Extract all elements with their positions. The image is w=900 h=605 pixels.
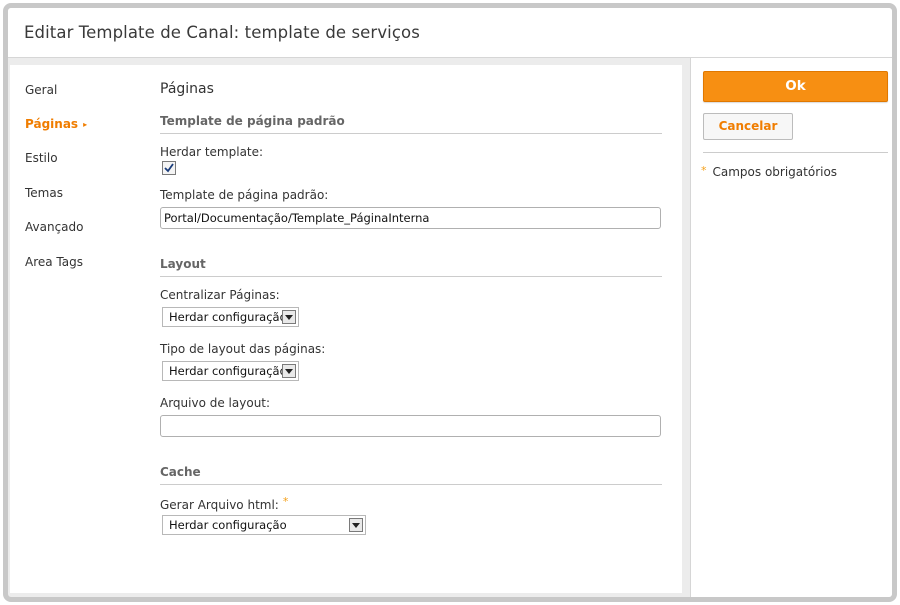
generate-html-label-text: Gerar Arquivo html:: [160, 498, 279, 512]
required-star: *: [701, 164, 707, 177]
sidebar-nav: Geral Páginas ▸ Estilo Temas Avançado Are…: [10, 65, 150, 593]
sidebar-item-label: Area Tags: [25, 255, 83, 269]
default-template-label: Template de página padrão:: [160, 188, 329, 202]
dialog-title: Editar Template de Canal: template de se…: [24, 23, 420, 42]
center-pages-select[interactable]: Herdar configuração: [162, 307, 299, 327]
layout-file-input[interactable]: [160, 415, 661, 437]
chevron-down-icon: [349, 518, 363, 532]
layout-file-label: Arquivo de layout:: [160, 396, 271, 410]
actions-panel: Ok Cancelar * Campos obrigatórios: [690, 58, 892, 597]
dialog-window: Editar Template de Canal: template de se…: [3, 3, 897, 602]
ok-button[interactable]: Ok: [703, 71, 888, 102]
sidebar-item-label: Estilo: [25, 151, 58, 165]
select-value: Herdar configuração: [169, 518, 287, 532]
section-title: Páginas: [160, 81, 214, 97]
group-title-cache: Cache: [160, 465, 662, 485]
dialog-content: Geral Páginas ▸ Estilo Temas Avançado Are…: [10, 65, 682, 593]
select-value: Herdar configuração: [169, 364, 287, 378]
layout-type-label: Tipo de layout das páginas:: [160, 342, 326, 356]
sidebar-item-label: Avançado: [25, 220, 84, 234]
inherit-template-label: Herdar template:: [160, 145, 264, 159]
group-title-layout: Layout: [160, 257, 662, 277]
sidebar-item-area-tags[interactable]: Area Tags: [25, 255, 83, 269]
chevron-down-icon: [282, 364, 296, 378]
sidebar-item-temas[interactable]: Temas: [25, 186, 63, 200]
required-note-text: Campos obrigatórios: [712, 165, 838, 179]
sidebar-item-label: Geral: [25, 83, 58, 97]
sidebar-item-label: Páginas: [25, 117, 79, 131]
sidebar-item-paginas[interactable]: Páginas ▸: [25, 117, 87, 131]
divider: [703, 152, 888, 153]
generate-html-label: Gerar Arquivo html: *: [160, 495, 288, 512]
select-value: Herdar configuração: [169, 310, 287, 324]
inherit-template-checkbox[interactable]: [162, 161, 176, 175]
default-template-input[interactable]: [160, 207, 661, 229]
sidebar-item-avancado[interactable]: Avançado: [25, 220, 83, 234]
sidebar-item-label: Temas: [25, 186, 63, 200]
group-title-template: Template de página padrão: [160, 114, 662, 134]
center-pages-label: Centralizar Páginas:: [160, 288, 280, 302]
sidebar-item-geral[interactable]: Geral: [25, 83, 57, 97]
sidebar-item-estilo[interactable]: Estilo: [25, 151, 58, 165]
layout-type-select[interactable]: Herdar configuração: [162, 361, 299, 381]
dialog-header: Editar Template de Canal: template de se…: [8, 8, 892, 58]
arrow-right-icon: ▸: [83, 120, 88, 129]
chevron-down-icon: [282, 310, 296, 324]
required-fields-note: * Campos obrigatórios: [701, 164, 837, 179]
required-star: *: [282, 495, 289, 508]
checkmark-icon: [164, 163, 174, 173]
generate-html-select[interactable]: Herdar configuração: [162, 515, 366, 535]
cancel-button[interactable]: Cancelar: [703, 113, 793, 140]
